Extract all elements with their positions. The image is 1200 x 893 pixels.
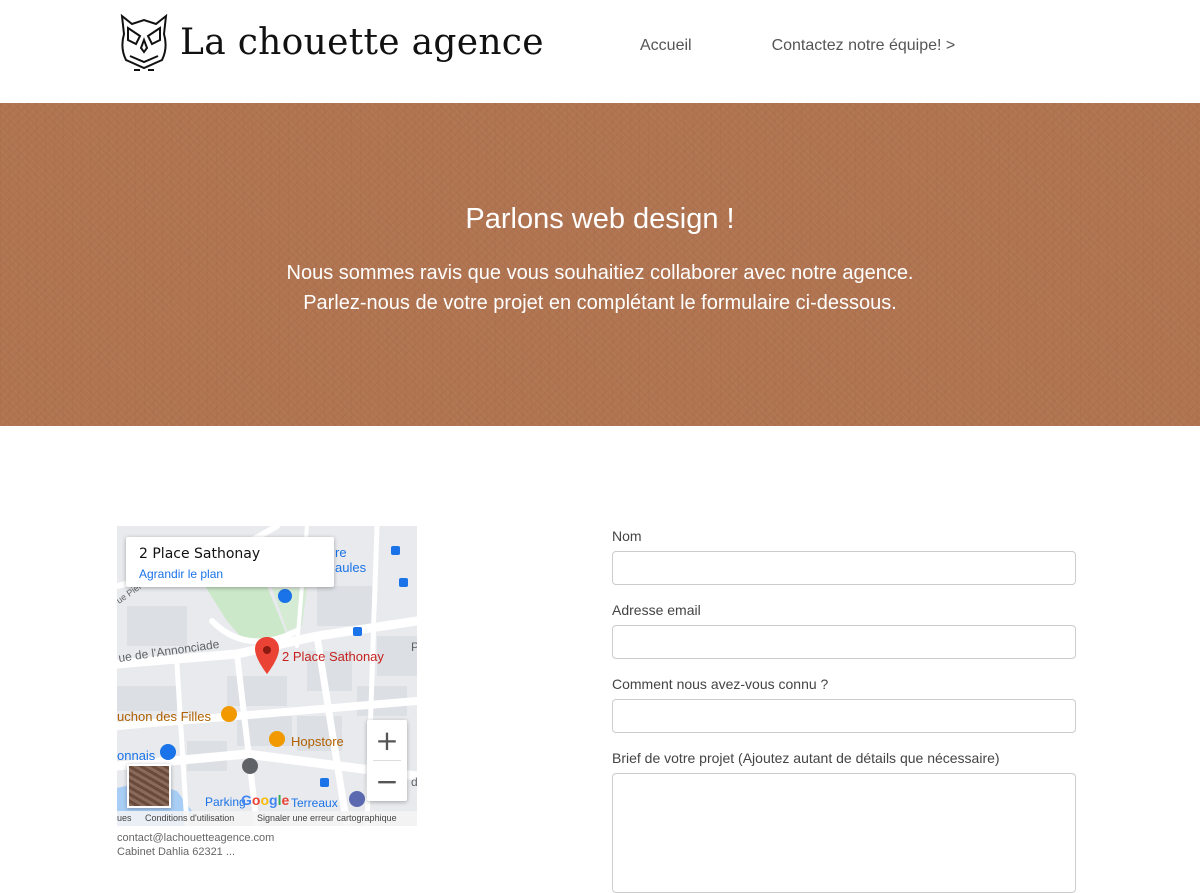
google-letter: o xyxy=(260,792,270,808)
street-label: d xyxy=(411,775,417,789)
map-place-card: 2 Place Sathonay Agrandir le plan xyxy=(126,537,334,587)
poi-label: aules xyxy=(335,560,367,575)
brief-label: Brief de votre projet (Ajoutez autant de… xyxy=(612,750,1000,766)
enlarge-map-link[interactable]: Agrandir le plan xyxy=(139,567,223,581)
map-footer: ues Conditions d'utilisation Signaler un… xyxy=(117,811,417,826)
poi-label: re xyxy=(335,545,347,560)
poi-label: Parking xyxy=(205,795,246,809)
poi-label: uchon des Filles xyxy=(117,709,211,724)
name-label: Nom xyxy=(612,528,642,544)
hero-banner: Parlons web design ! Nous sommes ravis q… xyxy=(0,103,1200,426)
poi-label: Hopstore xyxy=(291,734,344,749)
hero-line-1: Nous sommes ravis que vous souhaitiez co… xyxy=(286,262,914,284)
hero-line-2: Parlez-nous de votre projet en complétan… xyxy=(303,292,897,314)
hero-title: Parlons web design ! xyxy=(465,203,735,235)
google-logo: Google xyxy=(241,792,289,808)
zoom-out-button[interactable]: − xyxy=(367,761,407,801)
contact-address-cut: Cabinet Dahlia 62321 ... xyxy=(117,846,236,858)
poi-label: onnais xyxy=(117,748,156,763)
main-nav: Accueil Contactez notre équipe! > xyxy=(640,37,955,55)
street-label: P xyxy=(411,640,417,654)
map-place-title: 2 Place Sathonay xyxy=(139,546,261,562)
contact-email: contact@lachouetteagence.com xyxy=(117,832,275,844)
zoom-control: + − xyxy=(367,720,407,801)
google-letter: G xyxy=(241,792,252,808)
nav-link-home[interactable]: Accueil xyxy=(640,37,692,55)
logo-link[interactable]: La chouette agence xyxy=(118,12,544,72)
name-input[interactable] xyxy=(612,551,1076,585)
source-input[interactable] xyxy=(612,699,1076,733)
source-label: Comment nous avez-vous connu ? xyxy=(612,676,829,692)
logo-text: La chouette agence xyxy=(180,21,544,63)
zoom-in-button[interactable]: + xyxy=(367,720,407,760)
nav-link-contact[interactable]: Contactez notre équipe! > xyxy=(772,37,956,55)
owl-logo-icon xyxy=(120,13,168,71)
map-report-link[interactable]: Signaler une erreur cartographique xyxy=(257,813,397,823)
hero-intro: Nous sommes ravis que vous souhaitiez co… xyxy=(0,258,1200,318)
map-shortcuts-link[interactable]: ues xyxy=(117,813,132,823)
satellite-toggle[interactable] xyxy=(127,764,171,808)
marker-label: 2 Place Sathonay xyxy=(282,649,384,664)
site-header: La chouette agence Accueil Contactez not… xyxy=(0,0,1200,103)
poi-label: Terreaux xyxy=(291,796,338,810)
google-letter: e xyxy=(281,792,290,808)
google-letter: g xyxy=(269,792,278,808)
email-input[interactable] xyxy=(612,625,1076,659)
google-map[interactable]: ue de l'Annonciade ue Pier re aules P d … xyxy=(117,526,417,826)
map-terms-link[interactable]: Conditions d'utilisation xyxy=(145,813,234,823)
brief-textarea[interactable] xyxy=(612,773,1076,893)
email-label: Adresse email xyxy=(612,602,701,618)
